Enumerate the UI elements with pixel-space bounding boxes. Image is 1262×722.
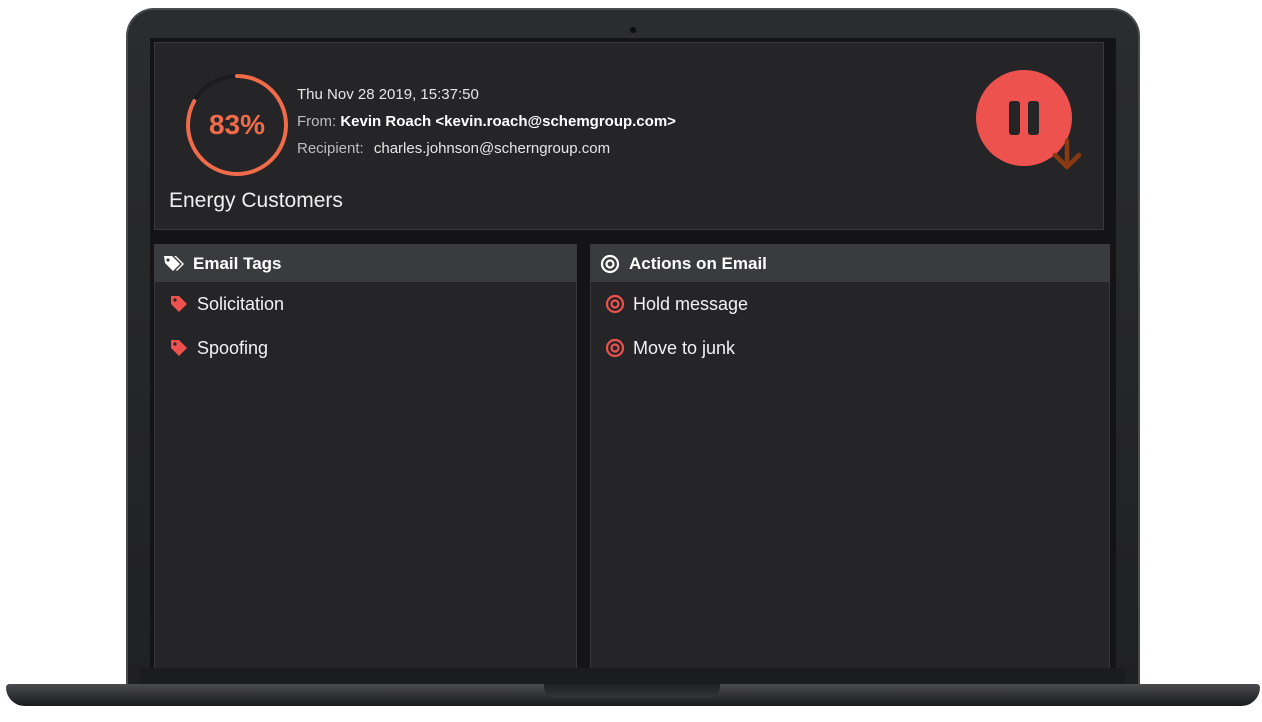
from-value: Kevin Roach <kevin.roach@schemgroup.com> (340, 113, 676, 130)
actions-panel: Actions on Email Hold message Move to ju… (590, 244, 1110, 668)
risk-score: 83% (208, 109, 266, 140)
action-label: Move to junk (633, 337, 736, 358)
action-move-to-junk[interactable]: Move to junk (591, 326, 1109, 370)
email-meta: Thu Nov 28 2019, 15:37:50 From: Kevin Ro… (297, 81, 676, 162)
tag-item-solicitation: Solicitation (155, 282, 576, 326)
screen: 83% Thu Nov 28 2019, 15:37:50 From: Kevi… (150, 38, 1116, 668)
from-label: From: (297, 113, 337, 130)
actions-header: Actions on Email (591, 245, 1109, 282)
recipient-value: charles.johnson@scherngroup.com (373, 140, 611, 157)
email-tags-panel: Email Tags Solicitation Spoofing (154, 244, 577, 668)
group-title: Energy Customers (169, 189, 343, 212)
target-icon (605, 338, 625, 358)
email-tags-title: Email Tags (193, 253, 282, 273)
recipient-label: Recipient: (297, 140, 364, 157)
pause-icon (1009, 101, 1039, 135)
tag-label: Solicitation (197, 293, 285, 314)
tag-icon (169, 294, 189, 314)
laptop-notch (544, 684, 720, 698)
actions-title: Actions on Email (629, 253, 767, 273)
tags-icon (163, 253, 185, 275)
email-from: From: Kevin Roach <kevin.roach@schemgrou… (297, 108, 676, 135)
tag-label: Spoofing (197, 337, 269, 358)
arrow-down-icon[interactable] (1047, 135, 1087, 175)
email-summary-panel: 83% Thu Nov 28 2019, 15:37:50 From: Kevi… (154, 42, 1104, 230)
tag-item-spoofing: Spoofing (155, 326, 576, 370)
action-label: Hold message (633, 293, 749, 314)
email-recipient: Recipient: charles.johnson@scherngroup.c… (297, 135, 676, 162)
action-hold-message[interactable]: Hold message (591, 282, 1109, 326)
email-date: Thu Nov 28 2019, 15:37:50 (297, 86, 479, 103)
target-icon (605, 294, 625, 314)
tag-icon (169, 338, 189, 358)
camera (630, 27, 636, 33)
target-icon (599, 253, 621, 275)
email-tags-header: Email Tags (155, 245, 576, 282)
